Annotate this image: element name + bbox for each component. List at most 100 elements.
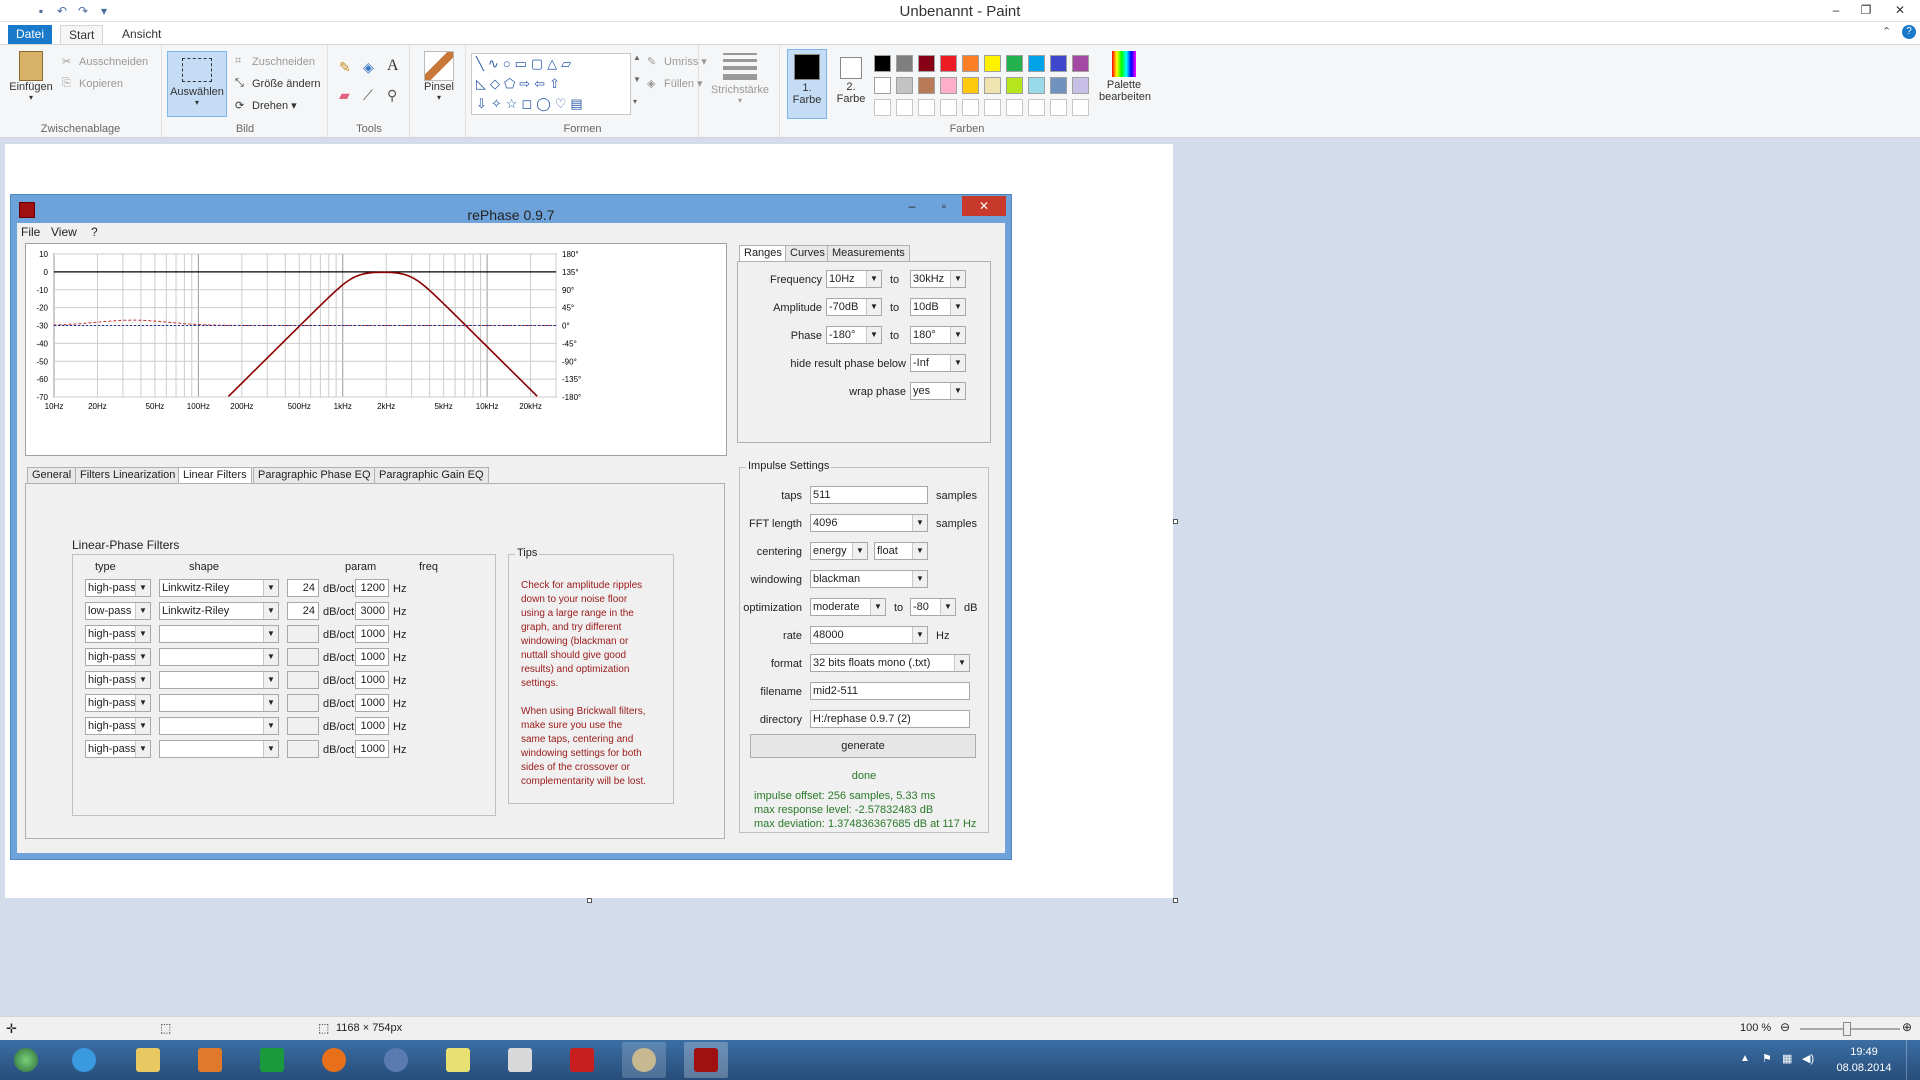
- filter-freq-input[interactable]: 3000: [355, 602, 389, 620]
- zoom-out-button[interactable]: ⊖: [1780, 1020, 1790, 1034]
- shapes-scroll-down-icon[interactable]: ▼: [633, 75, 641, 84]
- clock-time[interactable]: 19:49: [1834, 1046, 1894, 1058]
- tab-general[interactable]: General: [27, 467, 77, 484]
- rephase-maximize-button[interactable]: ▫: [929, 196, 959, 216]
- custom-color-swatch[interactable]: [984, 99, 1001, 116]
- filter-shape-select[interactable]: ▼: [159, 717, 279, 735]
- optimization-level-select[interactable]: -80 ▼: [910, 598, 956, 616]
- custom-color-swatch[interactable]: [896, 99, 913, 116]
- filter-shape-select[interactable]: Linkwitz-Riley ▼: [159, 579, 279, 597]
- centering-select[interactable]: energy ▼: [810, 542, 868, 560]
- palette-color-swatch[interactable]: [874, 55, 891, 72]
- palette-color-swatch[interactable]: [896, 77, 913, 94]
- tab-filters-linearization[interactable]: Filters Linearization: [75, 467, 181, 484]
- custom-color-swatch[interactable]: [962, 99, 979, 116]
- format-select[interactable]: 32 bits floats mono (.txt) ▼: [810, 654, 970, 672]
- filter-freq-input[interactable]: 1200: [355, 579, 389, 597]
- pencil-icon[interactable]: ✎: [339, 59, 351, 76]
- rate-select[interactable]: 48000 ▼: [810, 626, 928, 644]
- filter-type-select[interactable]: high-pass ▼: [85, 671, 151, 689]
- taskbar-firefox[interactable]: [312, 1042, 356, 1078]
- palette-color-swatch[interactable]: [962, 77, 979, 94]
- tab-ansicht[interactable]: Ansicht: [114, 25, 169, 44]
- phase-to-select[interactable]: 180° ▼: [910, 326, 966, 344]
- fill-icon[interactable]: ◈: [363, 59, 374, 76]
- minimize-button[interactable]: –: [1824, 2, 1848, 18]
- taskbar-paint[interactable]: [622, 1042, 666, 1078]
- rotate-button[interactable]: ⟳ Drehen ▾: [235, 99, 297, 113]
- color1-button[interactable]: 1. Farbe: [787, 49, 827, 119]
- phase-from-select[interactable]: -180° ▼: [826, 326, 882, 344]
- taskbar-store[interactable]: [250, 1042, 294, 1078]
- tab-measurements[interactable]: Measurements: [827, 245, 910, 262]
- custom-color-swatch[interactable]: [918, 99, 935, 116]
- menu-file[interactable]: File: [21, 225, 40, 239]
- filter-freq-input[interactable]: 1000: [355, 671, 389, 689]
- taskbar-thunderbird[interactable]: [374, 1042, 418, 1078]
- select-button[interactable]: Auswählen ▾: [167, 51, 227, 117]
- palette-color-swatch[interactable]: [962, 55, 979, 72]
- filter-type-select[interactable]: high-pass ▼: [85, 579, 151, 597]
- filter-type-select[interactable]: high-pass ▼: [85, 717, 151, 735]
- edit-colors-button[interactable]: Palette bearbeiten: [1099, 51, 1151, 103]
- frequency-to-select[interactable]: 30kHz ▼: [910, 270, 966, 288]
- resize-button[interactable]: ⤡ Größe ändern: [235, 77, 320, 91]
- custom-color-swatch[interactable]: [1028, 99, 1045, 116]
- filter-param-input[interactable]: [287, 740, 319, 758]
- palette-color-swatch[interactable]: [940, 55, 957, 72]
- filter-type-select[interactable]: low-pass ▼: [85, 602, 151, 620]
- start-button[interactable]: [4, 1042, 48, 1078]
- frequency-from-select[interactable]: 10Hz ▼: [826, 270, 882, 288]
- filter-type-select[interactable]: high-pass ▼: [85, 648, 151, 666]
- resize-handle-right[interactable]: [1173, 519, 1178, 524]
- filter-freq-input[interactable]: 1000: [355, 694, 389, 712]
- taskbar-notes[interactable]: [436, 1042, 480, 1078]
- shapes-scroll-up-icon[interactable]: ▲: [633, 53, 641, 62]
- directory-input[interactable]: H:/rephase 0.9.7 (2): [810, 710, 970, 728]
- palette-color-swatch[interactable]: [1028, 77, 1045, 94]
- fill-button[interactable]: ◈ Füllen ▾: [647, 77, 703, 91]
- filter-param-input[interactable]: [287, 671, 319, 689]
- brush-button[interactable]: Pinsel ▾: [421, 51, 457, 102]
- palette-color-swatch[interactable]: [1050, 55, 1067, 72]
- close-button[interactable]: ✕: [1888, 2, 1912, 18]
- filter-type-select[interactable]: high-pass ▼: [85, 625, 151, 643]
- taskbar-app[interactable]: [498, 1042, 542, 1078]
- palette-color-swatch[interactable]: [1006, 77, 1023, 94]
- filter-param-input[interactable]: [287, 717, 319, 735]
- windowing-select[interactable]: blackman ▼: [810, 570, 928, 588]
- shapes-gallery[interactable]: ╲∿○▭▢△▱ ◺◇⬠⇨⇦⇧ ⇩✧☆◻◯♡▤: [471, 53, 631, 115]
- palette-color-swatch[interactable]: [940, 77, 957, 94]
- palette-color-swatch[interactable]: [874, 77, 891, 94]
- palette-color-swatch[interactable]: [1028, 55, 1045, 72]
- eraser-icon[interactable]: ▰: [339, 87, 350, 104]
- filter-freq-input[interactable]: 1000: [355, 625, 389, 643]
- amplitude-from-select[interactable]: -70dB ▼: [826, 298, 882, 316]
- tab-start[interactable]: Start: [60, 25, 104, 44]
- custom-color-swatch[interactable]: [1050, 99, 1067, 116]
- outline-button[interactable]: ✎ Umriss ▾: [647, 55, 707, 69]
- custom-color-swatch[interactable]: [1006, 99, 1023, 116]
- zoom-slider-thumb[interactable]: [1843, 1022, 1851, 1036]
- filter-shape-select[interactable]: ▼: [159, 694, 279, 712]
- hide-phase-select[interactable]: -Inf ▼: [910, 354, 966, 372]
- filter-shape-select[interactable]: ▼: [159, 625, 279, 643]
- menu-view[interactable]: View: [51, 225, 77, 239]
- network-icon[interactable]: ▦: [1782, 1052, 1792, 1065]
- filter-param-input[interactable]: [287, 625, 319, 643]
- filter-type-select[interactable]: high-pass ▼: [85, 740, 151, 758]
- tab-linear-filters[interactable]: Linear Filters: [178, 467, 252, 484]
- help-icon[interactable]: ?: [1902, 25, 1916, 39]
- filter-shape-select[interactable]: Linkwitz-Riley ▼: [159, 602, 279, 620]
- maximize-button[interactable]: ❐: [1854, 2, 1878, 18]
- palette-color-swatch[interactable]: [918, 77, 935, 94]
- filter-shape-select[interactable]: ▼: [159, 740, 279, 758]
- zoom-in-button[interactable]: ⊕: [1902, 1020, 1912, 1034]
- tab-ranges[interactable]: Ranges: [739, 245, 787, 262]
- flag-icon[interactable]: ⚑: [1762, 1052, 1772, 1065]
- filter-param-input[interactable]: 24: [287, 579, 319, 597]
- palette-color-swatch[interactable]: [1006, 55, 1023, 72]
- wrap-phase-select[interactable]: yes ▼: [910, 382, 966, 400]
- filter-shape-select[interactable]: ▼: [159, 671, 279, 689]
- text-icon[interactable]: A: [387, 57, 399, 75]
